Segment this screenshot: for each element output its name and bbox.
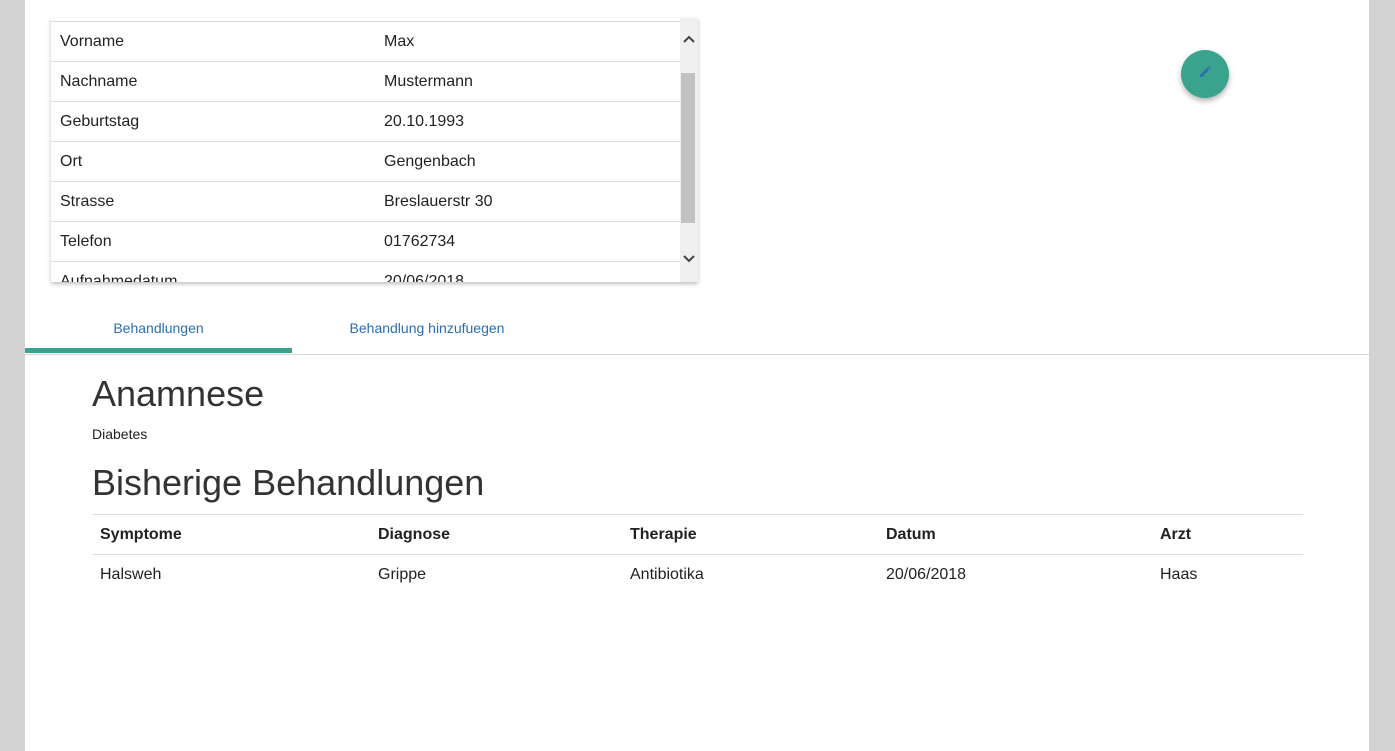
cell-arzt: Haas [1160,565,1198,583]
field-value: Mustermann [375,61,680,102]
cell-therapie: Antibiotika [630,565,704,583]
cell-datum: 20/06/2018 [886,565,967,583]
column-header-symptome: Symptome [92,514,370,555]
patient-info-table: Vorname Max Nachname Mustermann Geburtst… [51,21,680,282]
table-row: Halsweh Grippe Antibiotika 20/06/2018 Ha… [92,555,1303,595]
scroll-up-arrow-icon[interactable] [680,30,698,48]
patient-info-card: Vorname Max Nachname Mustermann Geburtst… [51,18,698,282]
history-heading: Bisherige Behandlungen [92,462,485,503]
table-row: Strasse Breslauerstr 30 [51,181,680,222]
field-value: 20/06/2018 [375,261,680,282]
cell-symptome: Halsweh [100,565,162,583]
field-value: Max [375,21,680,62]
tab-bar: Behandlungen Behandlung hinzufuegen [25,303,1369,355]
column-header-diagnose: Diagnose [370,514,622,555]
field-label: Strasse [51,181,375,222]
scrollbar-thumb[interactable] [681,73,695,223]
table-row: Geburtstag 20.10.1993 [51,101,680,142]
scroll-down-arrow-icon[interactable] [680,250,698,268]
field-value: 01762734 [375,221,680,262]
anamnese-heading: Anamnese [92,373,265,414]
table-row: Aufnahmedatum 20/06/2018 [51,261,680,282]
field-value: Gengenbach [375,141,680,182]
table-row: Nachname Mustermann [51,61,680,102]
field-label: Aufnahmedatum [51,261,375,282]
field-label: Ort [51,141,375,182]
column-header-datum: Datum [878,514,1152,555]
column-header-therapie: Therapie [622,514,878,555]
field-value: Breslauerstr 30 [375,181,680,222]
cell-diagnose: Grippe [378,565,427,583]
column-header-arzt: Arzt [1152,514,1303,555]
field-label: Vorname [51,21,375,62]
edit-fab-button[interactable] [1181,50,1229,98]
table-row: Vorname Max [51,21,680,62]
anamnese-text: Diabetes [92,426,148,442]
field-label: Geburtstag [51,101,375,142]
vertical-scrollbar[interactable] [680,18,698,282]
table-row: Telefon 01762734 [51,221,680,262]
tab-behandlungen[interactable]: Behandlungen [25,303,292,353]
table-header-row: Symptome Diagnose Therapie Datum Arzt [92,514,1303,555]
field-label: Nachname [51,61,375,102]
active-tab-indicator [25,348,292,353]
field-label: Telefon [51,221,375,262]
tab-behandlung-hinzufuegen[interactable]: Behandlung hinzufuegen [292,303,562,353]
field-value: 20.10.1993 [375,101,680,142]
treatment-history-table: Symptome Diagnose Therapie Datum Arzt Ha… [92,514,1303,594]
pencil-icon [1198,65,1212,84]
page-content: Vorname Max Nachname Mustermann Geburtst… [25,0,1369,751]
table-row: Ort Gengenbach [51,141,680,182]
